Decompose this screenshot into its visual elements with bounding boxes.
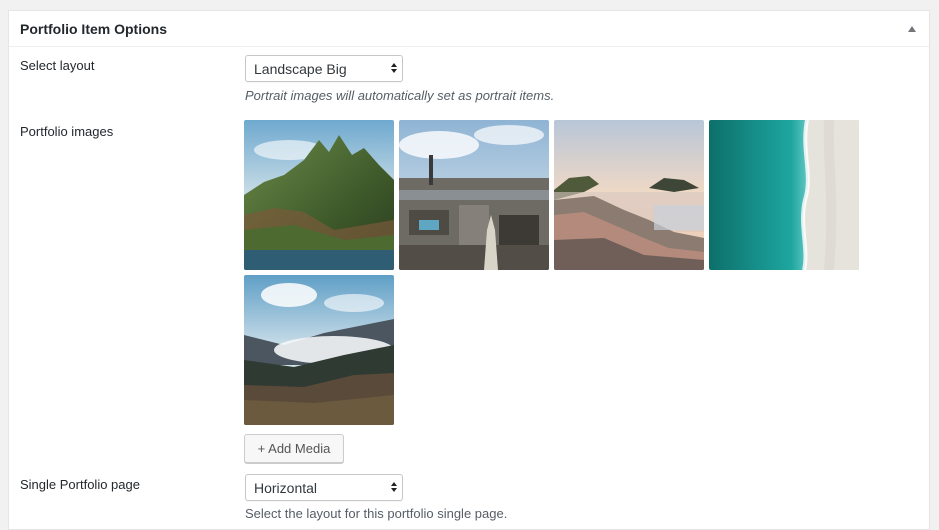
add-media-button[interactable]: + Add Media bbox=[244, 434, 344, 463]
portfolio-image-5[interactable] bbox=[244, 275, 394, 425]
single-page-description: Select the layout for this portfolio sin… bbox=[245, 506, 508, 521]
layout-select[interactable]: Landscape Big bbox=[245, 55, 403, 82]
portfolio-options-metabox: Portfolio Item Options Select layout Lan… bbox=[8, 10, 930, 530]
portfolio-image-1[interactable] bbox=[244, 120, 394, 270]
metabox-header[interactable]: Portfolio Item Options bbox=[9, 11, 929, 47]
portfolio-images-label: Portfolio images bbox=[20, 124, 114, 139]
select-arrows-icon bbox=[391, 61, 398, 75]
portfolio-image-2[interactable] bbox=[399, 120, 549, 270]
select-arrows-icon bbox=[391, 480, 398, 494]
portfolio-image-4[interactable] bbox=[709, 120, 859, 270]
single-portfolio-label: Single Portfolio page bbox=[20, 477, 140, 492]
portfolio-image-3[interactable] bbox=[554, 120, 704, 270]
metabox-title: Portfolio Item Options bbox=[20, 21, 167, 37]
single-page-select-value: Horizontal bbox=[254, 480, 318, 496]
select-layout-label: Select layout bbox=[20, 58, 95, 73]
layout-description: Portrait images will automatically set a… bbox=[245, 88, 555, 103]
layout-select-value: Landscape Big bbox=[254, 61, 347, 77]
single-page-select[interactable]: Horizontal bbox=[245, 474, 403, 501]
arrow-up-icon[interactable] bbox=[908, 26, 916, 32]
